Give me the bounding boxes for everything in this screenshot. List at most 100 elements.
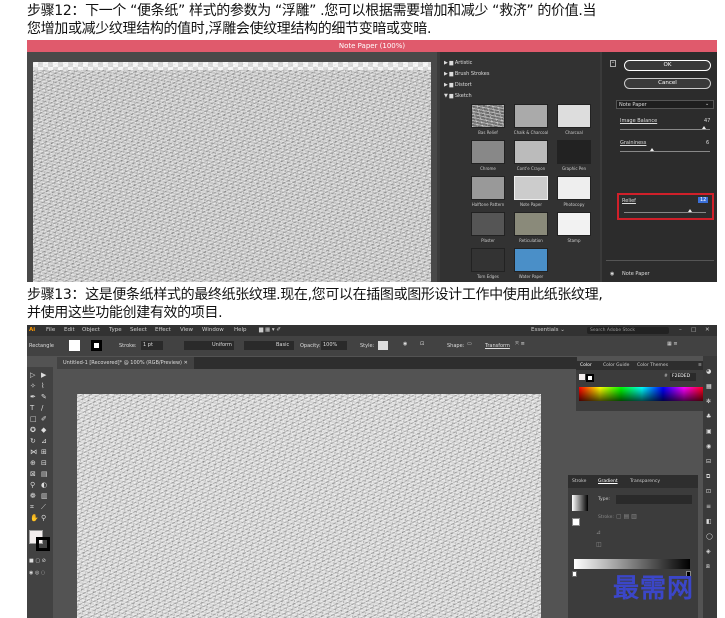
angle-icon[interactable]: ⊿ <box>596 529 601 536</box>
menu-edit[interactable]: Edit <box>64 325 75 336</box>
graphic-styles-dock-icon[interactable]: ▣ <box>706 428 712 436</box>
menu-file[interactable]: File <box>46 325 55 336</box>
brushes-dock-icon[interactable]: ✻ <box>706 398 711 406</box>
graininess-knob[interactable] <box>650 148 654 151</box>
gradient-tool-icon[interactable]: ▤ <box>41 470 48 478</box>
rectangle-tool-icon[interactable]: □ <box>30 415 37 423</box>
magic-wand-icon[interactable]: ✧ <box>30 382 36 390</box>
selection-tool-icon[interactable]: ▷ <box>30 371 35 379</box>
gradient-stop-white[interactable] <box>572 571 577 577</box>
stroke-weight-input[interactable]: 1 pt <box>141 341 163 350</box>
menu-object[interactable]: Object <box>82 325 100 336</box>
fill-swatch[interactable] <box>69 340 80 351</box>
curvature-tool-icon[interactable]: ✎ <box>41 393 47 401</box>
draw-mode-icons[interactable]: ◉ ◎ ◌ <box>29 569 45 577</box>
menu-select[interactable]: Select <box>130 325 147 336</box>
tab-color[interactable]: Color <box>580 361 592 370</box>
ok-button[interactable]: OK <box>624 60 711 71</box>
relief-slider[interactable] <box>624 212 706 213</box>
color-mode-icons[interactable]: ■ ▢ ⊘ <box>29 557 46 565</box>
graininess-slider[interactable] <box>620 151 710 152</box>
thumb-charcoal[interactable] <box>557 104 591 128</box>
slice-tool-icon[interactable]: ⟋ <box>41 503 46 511</box>
fill-swatch[interactable] <box>579 374 585 380</box>
symbol-sprayer-icon[interactable]: ❁ <box>30 492 36 500</box>
thumb-halftone-pattern[interactable] <box>471 176 505 200</box>
menu-view[interactable]: View <box>180 325 193 336</box>
document-tab[interactable]: Untitled-1 [Recovered]* @ 100% (RGB/Prev… <box>57 357 194 369</box>
thumb-note-paper[interactable] <box>514 176 548 200</box>
maximize-icon[interactable]: □ <box>691 325 696 336</box>
thumb-chalk-charcoal[interactable] <box>514 104 548 128</box>
tab-color-guide[interactable]: Color Guide <box>603 361 629 370</box>
thumb-bas-relief[interactable] <box>471 104 505 128</box>
thumb-stamp[interactable] <box>557 212 591 236</box>
arrange-documents-icon[interactable]: ▦ ≡ <box>667 341 678 347</box>
fill-swatch[interactable] <box>572 518 580 526</box>
artboard-paper-texture[interactable] <box>77 394 541 618</box>
tab-color-themes[interactable]: Color Themes <box>637 361 668 370</box>
collapse-icon[interactable]: ^ <box>610 60 616 67</box>
menu-effect[interactable]: Effect <box>155 325 171 336</box>
column-graph-icon[interactable]: ▥ <box>41 492 48 500</box>
swatches-dock-icon[interactable]: ▦ <box>706 383 712 391</box>
minimize-icon[interactable]: – <box>679 325 682 336</box>
menu-type[interactable]: Type <box>109 325 122 336</box>
relief-knob[interactable] <box>688 209 692 212</box>
type-tool-icon[interactable]: T <box>30 404 34 412</box>
image-balance-knob[interactable] <box>702 126 706 129</box>
layers-dock-icon[interactable]: ◈ <box>706 548 711 556</box>
category-artistic[interactable]: ▶ ▆ Artistic <box>444 60 472 66</box>
free-transform-icon[interactable]: ⊞ <box>41 448 47 456</box>
menu-help[interactable]: Help <box>234 325 247 336</box>
shape-builder-icon[interactable]: ⊕ <box>30 459 36 467</box>
thumb-water-paper[interactable] <box>514 248 548 272</box>
thumb-photocopy[interactable] <box>557 176 591 200</box>
stroke-color-swatch[interactable] <box>36 537 50 551</box>
transform-label[interactable]: Transform <box>485 343 510 349</box>
mesh-tool-icon[interactable]: ⊠ <box>30 470 36 478</box>
arrange-icon[interactable]: ▆ ▦ ▾ ✐ <box>259 325 281 336</box>
opacity-input[interactable]: 100% <box>321 341 347 350</box>
category-sketch[interactable]: ▼ ▆ Sketch <box>444 93 472 99</box>
stroke-swatch[interactable] <box>91 340 102 351</box>
filter-select[interactable]: Note Paper ⌄ <box>616 100 714 109</box>
variable-width-select[interactable]: Uniform <box>184 341 234 350</box>
rotate-tool-icon[interactable]: ↻ <box>30 437 36 445</box>
thumb-graphic-pen[interactable] <box>557 140 591 164</box>
close-icon[interactable]: ✕ <box>184 360 188 366</box>
pen-tool-icon[interactable]: ✒ <box>30 393 36 401</box>
stroke-dock-icon[interactable]: ≡ <box>706 503 711 511</box>
search-input[interactable]: Search Adobe Stock <box>587 327 669 334</box>
transform-icon[interactable]: ⤧ ≡ <box>515 341 525 347</box>
category-brush-strokes[interactable]: ▶ ▆ Brush Strokes <box>444 71 489 77</box>
transparency-dock-icon[interactable]: ◯ <box>706 533 713 541</box>
blend-tool-icon[interactable]: ◐ <box>41 481 47 489</box>
graininess-value[interactable]: 6 <box>706 140 709 146</box>
shape-icon[interactable]: ▭ <box>467 341 472 347</box>
align-dock-icon[interactable]: ⊟ <box>706 458 711 466</box>
image-balance-slider[interactable] <box>620 129 710 130</box>
relief-value[interactable]: 12 <box>698 197 709 203</box>
thumb-chrome[interactable] <box>471 140 505 164</box>
transform-dock-icon[interactable]: ⊡ <box>706 488 711 496</box>
width-tool-icon[interactable]: ⋈ <box>30 448 37 456</box>
thumb-torn-edges[interactable] <box>471 248 505 272</box>
color-spectrum[interactable] <box>579 387 705 401</box>
lasso-icon[interactable]: ⌇ <box>41 382 44 390</box>
gradient-type-select[interactable] <box>616 495 692 504</box>
shape-label[interactable]: Shape: <box>447 343 464 349</box>
cancel-button[interactable]: Cancel <box>624 78 711 89</box>
gradient-preview-swatch[interactable] <box>572 495 588 511</box>
tab-gradient[interactable]: Gradient <box>598 475 618 488</box>
brush-select[interactable]: Basic <box>244 341 294 350</box>
workspace-switcher[interactable]: Essentials ⌄ <box>531 325 565 336</box>
category-distort[interactable]: ▶ ▆ Distort <box>444 82 472 88</box>
hex-input[interactable]: F2EDED <box>670 373 696 381</box>
hand-tool-icon[interactable]: ✋ <box>30 514 39 522</box>
eyedropper-icon[interactable]: ⚲ <box>30 481 35 489</box>
paintbrush-icon[interactable]: ✐ <box>41 415 47 423</box>
thumb-plaster[interactable] <box>471 212 505 236</box>
image-balance-value[interactable]: 47 <box>704 118 710 124</box>
zoom-tool-icon[interactable]: ⚲ <box>41 514 46 522</box>
